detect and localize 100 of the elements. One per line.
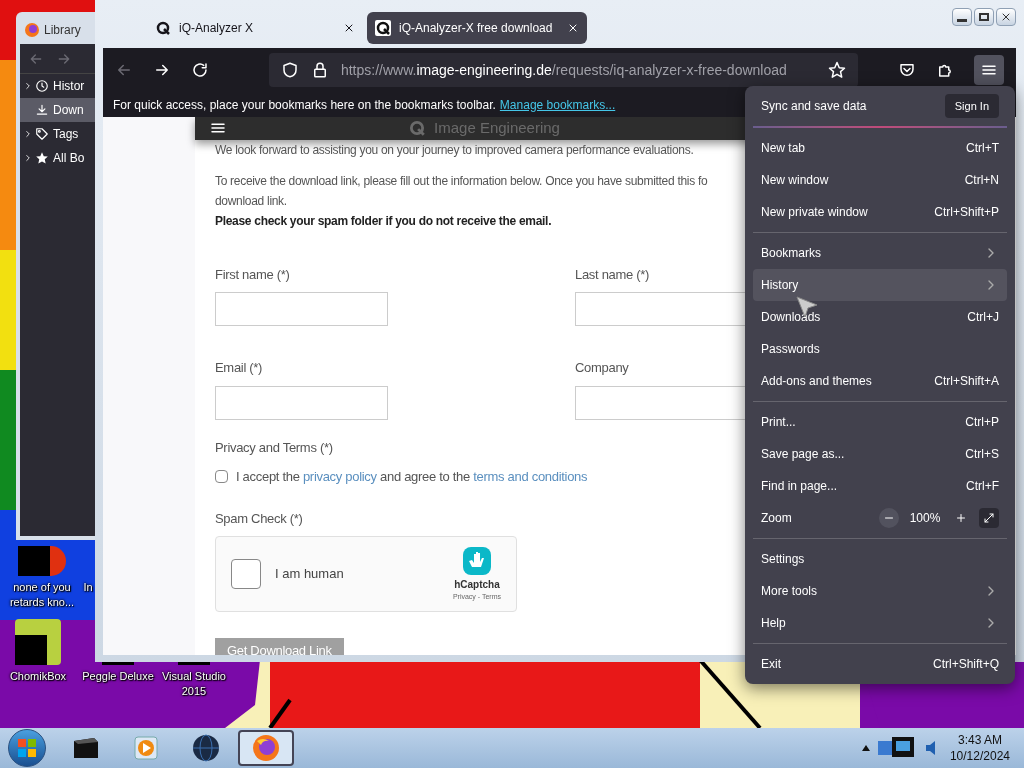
firefox-icon: [251, 733, 281, 763]
pocket-icon: [898, 61, 917, 79]
clock-date: 10/12/2024: [949, 748, 1010, 764]
start-button[interactable]: [8, 729, 46, 767]
menu-item[interactable]: Save page as... Ctrl+S: [753, 438, 1007, 470]
menu-button[interactable]: [974, 55, 1004, 85]
field-label: Company: [575, 359, 629, 377]
desktop-icon-label[interactable]: In: [83, 580, 93, 595]
menu-item[interactable]: More tools: [753, 575, 1007, 607]
tree-item[interactable]: Tags: [20, 122, 95, 146]
menu-item-label: Sync and save data: [761, 98, 867, 115]
maximize-button[interactable]: [974, 8, 994, 26]
expand-icon: [983, 512, 995, 524]
menu-item-label: Find in page...: [761, 478, 838, 495]
windows-logo-icon: [17, 738, 37, 758]
clock-time: 3:43 AM: [957, 732, 1002, 748]
shortcut-text: Ctrl+N: [964, 172, 999, 189]
menu-item-label: Passwords: [761, 341, 820, 358]
menu-item[interactable]: Add-ons and themes Ctrl+Shift+A: [753, 365, 1007, 397]
menu-item-label: Settings: [761, 551, 805, 568]
close-icon: [1000, 11, 1012, 23]
menu-item[interactable]: Zoom 100%: [753, 502, 1007, 534]
menu-item-label: Zoom: [761, 510, 792, 527]
logo-icon: [408, 119, 427, 138]
shortcut-text: Ctrl+P: [965, 414, 999, 431]
field-label: Last name (*): [575, 265, 650, 284]
captcha-checkbox[interactable]: [231, 559, 261, 589]
field-label: Spam Check (*): [215, 509, 303, 528]
checkbox[interactable]: [215, 470, 228, 484]
menu-item[interactable]: Print... Ctrl+P: [753, 406, 1007, 438]
tab-title: iQ-Analyzer-X free download: [399, 20, 554, 37]
consent-text: I accept the privacy policy and agree to the terms and conditions: [236, 468, 588, 486]
menu-item[interactable]: Passwords: [753, 333, 1007, 365]
shortcut-text: Ctrl+F: [966, 478, 999, 495]
tree-item[interactable]: Histor: [20, 74, 95, 98]
desktop-icon-label[interactable]: Peggle Deluxe: [82, 669, 154, 684]
input-field[interactable]: [575, 385, 748, 420]
zoom-level: 100%: [908, 510, 942, 527]
bookmarks-hint: For quick access, place your bookmarks here on the bookmarks toolbar.: [113, 96, 496, 114]
shortcut-text: Ctrl+T: [966, 140, 999, 157]
body-text: To receive the download link, please fill out the information below. Once you have submitted this fo: [215, 172, 708, 190]
text-link[interactable]: terms and conditions: [473, 469, 588, 484]
menu-item-label: New private window: [761, 204, 868, 221]
hand-icon: [460, 545, 493, 578]
captcha-label: I am human: [275, 565, 345, 584]
menu-item-label: Downloads: [761, 309, 821, 326]
clock-icon: [35, 79, 49, 93]
sign-in-button[interactable]: Sign In: [944, 94, 999, 118]
menu-item-label: Help: [761, 615, 786, 632]
menu-item[interactable]: New tab Ctrl+T: [753, 132, 1007, 164]
menu-item-label: New tab: [761, 140, 806, 157]
menu-item-label: Bookmarks: [761, 245, 822, 262]
minimize-button[interactable]: [952, 8, 972, 26]
site-logo-text: Image Engineering: [434, 118, 560, 138]
url-text: https://www.image-engineering.de/requests/iq-analyzer-x-free-download: [340, 60, 788, 80]
menu-item-label: Exit: [761, 656, 781, 673]
text-link[interactable]: privacy policy: [302, 469, 377, 484]
menu-item[interactable]: New private window Ctrl+Shift+P: [753, 196, 1007, 228]
browser-tab[interactable]: iQ-Analyzer X: [147, 12, 363, 44]
tree-item[interactable]: All Bo: [20, 146, 95, 170]
firefox-icon: [24, 22, 40, 38]
menu-item[interactable]: Bookmarks: [753, 237, 1007, 269]
shortcut-text: Ctrl+Shift+A: [934, 373, 999, 390]
address-bar[interactable]: https://www.image-engineering.de/requests/iq-analyzer-x-free-download: [268, 53, 859, 87]
field-label: First name (*): [215, 265, 290, 284]
menu-item[interactable]: Help: [753, 607, 1007, 639]
shield-icon: [280, 61, 299, 79]
menu-item[interactable]: New window Ctrl+N: [753, 164, 1007, 196]
input-field[interactable]: [215, 385, 388, 420]
desktop-icon-label[interactable]: none of you retards kno...: [9, 580, 75, 610]
fullscreen-button[interactable]: [979, 508, 999, 528]
menu-item[interactable]: Downloads Ctrl+J: [753, 301, 1007, 333]
menu-item-label: History: [761, 277, 799, 294]
browser-tab[interactable]: iQ-Analyzer-X free download: [367, 12, 587, 44]
menu-item[interactable]: Settings: [753, 543, 1007, 575]
close-icon: [343, 22, 355, 34]
input-field[interactable]: [215, 292, 388, 326]
tag-icon: [35, 127, 49, 141]
menu-item[interactable]: Find in page... Ctrl+F: [753, 470, 1007, 502]
body-text: download link.: [215, 192, 287, 210]
zoom-out-button[interactable]: [879, 508, 899, 528]
star-icon: [828, 61, 847, 79]
menu-item[interactable]: Exit Ctrl+Shift+Q: [753, 648, 1007, 680]
desktop-icon-label[interactable]: ChomikBox: [9, 669, 67, 684]
tree-item[interactable]: Down: [20, 98, 95, 122]
manage-bookmarks-link[interactable]: Manage bookmarks...: [499, 95, 616, 114]
menu-item-label: Save page as...: [761, 446, 845, 463]
field-label: Privacy and Terms (*): [215, 438, 333, 457]
menu-item[interactable]: History: [753, 269, 1007, 301]
tree-label: Tags: [53, 126, 79, 143]
logo-icon: [375, 20, 391, 36]
desktop-icon-label[interactable]: Visual Studio 2015: [162, 669, 226, 699]
reload-icon: [190, 61, 209, 79]
minimize-icon: [957, 19, 967, 22]
plus-icon: [955, 512, 967, 524]
taskbar-app[interactable]: [238, 730, 294, 766]
close-button[interactable]: [996, 8, 1016, 26]
input-field[interactable]: [575, 292, 748, 326]
shortcut-text: Ctrl+Shift+P: [934, 204, 999, 221]
shortcut-text: Ctrl+Shift+Q: [932, 656, 999, 673]
